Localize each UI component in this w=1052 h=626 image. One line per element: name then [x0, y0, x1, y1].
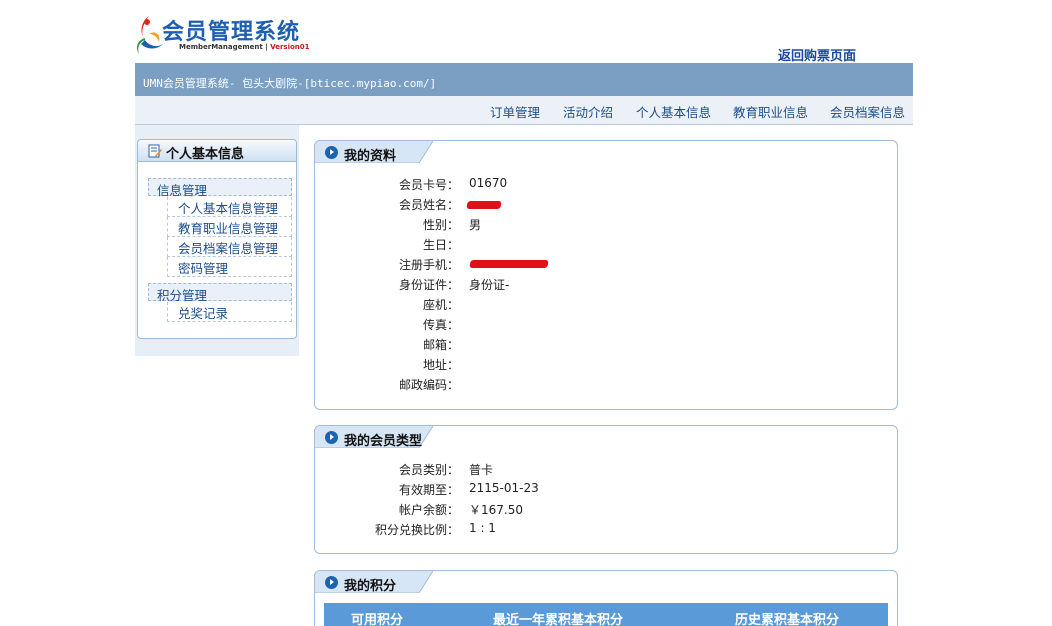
points-panel-title: 我的积分	[344, 579, 397, 594]
logo-title: 会员管理系统	[162, 20, 301, 45]
field-birthday: 生日：	[422, 238, 459, 252]
arrow-circle-icon	[325, 431, 338, 444]
profile-panel-tab: 我的资料	[315, 141, 433, 164]
redacted-name	[466, 201, 502, 209]
arrow-circle-icon	[325, 576, 338, 589]
field-card-number: 会员卡号： 01670	[398, 176, 508, 192]
sidebar-item-redemption-records[interactable]: 兑奖记录	[167, 302, 292, 322]
points-panel: 我的积分 可用积分 最近一年累积基本积分 历史累积基本积分	[314, 570, 898, 626]
field-account-balance: 帐户余额： ￥167.50	[398, 503, 523, 517]
column-yearly-points: 最近一年累积基本积分	[493, 613, 624, 626]
member-type-panel: 我的会员类型 会员类别： 普卡 有效期至： 2115-01-23 帐户余额： ￥167…	[314, 425, 898, 554]
column-available-points: 可用积分	[351, 613, 404, 626]
logo-subtitle: MemberManagement | Version01	[179, 43, 310, 51]
column-historical-points: 历史累积基本积分	[735, 613, 840, 626]
field-landline: 座机：	[422, 298, 459, 312]
top-nav: 订单管理 活动介绍 个人基本信息 教育职业信息 会员档案信息	[135, 96, 913, 125]
sidebar-group-info-management[interactable]: 信息管理	[148, 178, 292, 198]
return-to-ticketing-link[interactable]: 返回购票页面	[778, 45, 856, 64]
field-address: 地址：	[422, 358, 459, 372]
field-mobile: 注册手机：	[315, 256, 897, 274]
field-member-name: 会员姓名：	[315, 196, 897, 214]
edit-document-icon	[148, 144, 162, 158]
profile-panel-title: 我的资料	[344, 149, 397, 164]
sidebar-title: 个人基本信息	[166, 147, 245, 162]
redacted-mobile	[469, 260, 549, 268]
sidebar-group-points-management[interactable]: 积分管理	[148, 283, 292, 303]
points-panel-tab: 我的积分	[315, 571, 433, 594]
field-fax: 传真：	[422, 318, 459, 332]
member-type-panel-title: 我的会员类型	[344, 434, 423, 449]
logo-swirl-icon	[137, 16, 163, 54]
sidebar-header: 个人基本信息	[138, 140, 296, 162]
points-table-header: 可用积分 最近一年累积基本积分 历史累积基本积分	[324, 603, 888, 626]
nav-member-archive[interactable]: 会员档案信息	[830, 102, 905, 121]
app-logo: 会员管理系统 MemberManagement | Version01	[135, 12, 310, 56]
sidebar-item-personal-info[interactable]: 个人基本信息管理	[167, 197, 292, 217]
sidebar-item-archive-info[interactable]: 会员档案信息管理	[167, 237, 292, 257]
nav-activities[interactable]: 活动介绍	[563, 102, 613, 121]
nav-personal-info[interactable]: 个人基本信息	[636, 102, 711, 121]
arrow-circle-icon	[325, 146, 338, 159]
field-valid-until: 有效期至： 2115-01-23	[398, 481, 539, 497]
sidebar: 个人基本信息 信息管理 个人基本信息管理 教育职业信息管理 会员档案信息管理 密…	[135, 125, 299, 356]
profile-panel: 我的资料 会员卡号： 01670 会员姓名： 性别：男 生日： 注册手机： 身份证…	[314, 140, 898, 410]
field-gender: 性别：男	[422, 218, 482, 232]
field-postcode: 邮政编码：	[398, 378, 459, 392]
banner-text: UMN会员管理系统- 包头大剧院-[bticec.mypiao.com/]	[143, 77, 437, 90]
field-member-category: 会员类别： 普卡	[398, 463, 494, 477]
sidebar-panel: 个人基本信息 信息管理 个人基本信息管理 教育职业信息管理 会员档案信息管理 密…	[137, 139, 297, 339]
field-email: 邮箱：	[422, 338, 459, 352]
sidebar-item-password[interactable]: 密码管理	[167, 257, 292, 277]
nav-orders[interactable]: 订单管理	[490, 102, 540, 121]
field-points-ratio: 积分兑换比例： 1 : 1	[374, 521, 496, 537]
sidebar-item-education-info[interactable]: 教育职业信息管理	[167, 217, 292, 237]
field-id-document: 身份证件： 身份证-	[398, 278, 510, 292]
site-banner: UMN会员管理系统- 包头大剧院-[bticec.mypiao.com/]	[135, 63, 913, 96]
member-type-panel-tab: 我的会员类型	[315, 426, 433, 449]
nav-education-info[interactable]: 教育职业信息	[733, 102, 808, 121]
